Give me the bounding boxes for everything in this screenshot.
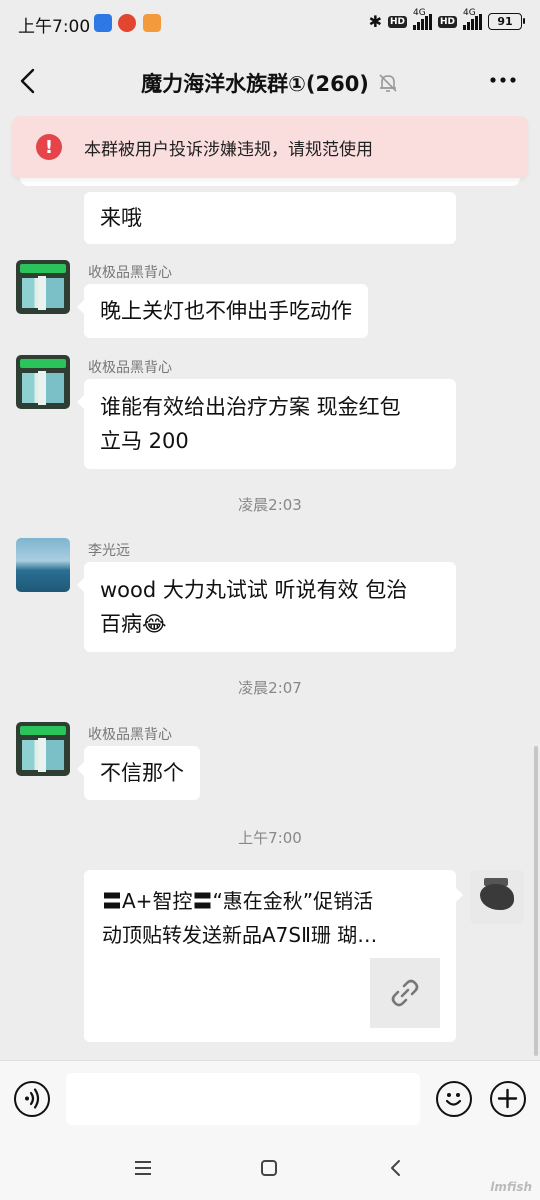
message-bubble[interactable]: 谁能有效给出治疗方案 现金红包 立马 200 <box>77 379 456 469</box>
message-bubble[interactable]: wood 大力丸试试 听说有效 包治 百病😂 <box>77 562 456 652</box>
timestamp: 上午7:00 <box>238 829 302 847</box>
avatar[interactable] <box>16 355 70 409</box>
message-input[interactable] <box>66 1073 420 1125</box>
input-bar <box>0 1060 540 1136</box>
signal-icon-1: 4G <box>412 8 432 30</box>
message-bubble[interactable]: 不信那个 <box>77 746 200 800</box>
timestamp: 凌晨2:03 <box>238 496 302 514</box>
status-right: ✱ HD 4G HD 4G 91 <box>368 8 525 31</box>
message-text-line: 百病😂 <box>100 612 167 636</box>
avatar[interactable] <box>16 722 70 776</box>
more-icon[interactable] <box>488 70 518 90</box>
notice-text: 本群被用户投诉涉嫌违规，请规范使用 <box>84 139 373 160</box>
app-notification-icon <box>118 14 136 32</box>
page-title: 魔力海洋水族群①(260) <box>141 72 369 96</box>
system-navigation-bar: lmfish <box>0 1136 540 1200</box>
voice-input-button[interactable] <box>14 1081 50 1117</box>
mute-bell-icon <box>379 74 397 92</box>
plus-icon <box>497 1088 518 1109</box>
hd-badge-2: HD <box>437 15 457 28</box>
chat-header: 魔力海洋水族群①(260) <box>0 48 540 116</box>
message-text-line: wood 大力丸试试 听说有效 包治 <box>100 578 408 602</box>
chat-scrollbar[interactable] <box>534 746 538 1056</box>
link-card-title-line: 动顶贴转发送新品A7SⅡ珊 瑚… <box>102 923 378 947</box>
home-icon[interactable] <box>259 1158 279 1178</box>
sender-name: 收极品黑背心 <box>88 360 172 376</box>
message-bubble[interactable]: 晚上关灯也不伸出手吃动作 <box>77 284 368 338</box>
battery-icon: 91 <box>488 13 525 30</box>
message-text: 来哦 <box>100 206 142 230</box>
bluetooth-icon: ✱ <box>368 12 382 31</box>
chat-area[interactable]: ! 本群被用户投诉涉嫌违规，请规范使用 来哦 收极品黑背心 晚上关灯也不伸出手吃… <box>0 116 540 1060</box>
avatar[interactable] <box>16 260 70 314</box>
alert-icon: ! <box>36 134 62 160</box>
page-title-row: 魔力海洋水族群①(260) <box>0 68 540 98</box>
watermark: lmfish <box>490 1180 532 1194</box>
status-time: 上午7:00 <box>18 17 91 37</box>
message-text: 不信那个 <box>100 761 184 785</box>
my-avatar[interactable] <box>470 870 524 924</box>
message-bubble[interactable]: 来哦 <box>84 192 456 244</box>
sender-name: 收极品黑背心 <box>88 265 172 281</box>
signal-icon-2: 4G <box>463 8 482 30</box>
link-icon <box>391 979 419 1007</box>
app-notification-icon-2 <box>143 14 161 32</box>
timestamp: 凌晨2:07 <box>238 679 302 697</box>
message-text-line: 立马 200 <box>100 429 189 453</box>
message-text-line: 谁能有效给出治疗方案 现金红包 <box>100 395 401 419</box>
recent-apps-icon[interactable] <box>133 1158 153 1178</box>
link-card-title: 〓A+智控〓“惠在金秋”促销活 动顶贴转发送新品A7SⅡ珊 瑚… <box>102 884 442 952</box>
emoji-icon <box>445 1093 462 1106</box>
message-text: 晚上关灯也不伸出手吃动作 <box>100 299 352 323</box>
avatar[interactable] <box>16 538 70 592</box>
signal-label-1: 4G <box>412 7 426 18</box>
link-thumbnail <box>370 958 440 1028</box>
more-functions-button[interactable] <box>490 1081 526 1117</box>
emoji-button[interactable] <box>436 1081 472 1117</box>
voice-icon <box>25 1088 40 1109</box>
sender-name: 李光远 <box>88 543 130 559</box>
link-card-message[interactable]: 〓A+智控〓“惠在金秋”促销活 动顶贴转发送新品A7SⅡ珊 瑚… <box>84 870 463 1042</box>
hotspot-icon <box>94 14 112 32</box>
violation-notice-banner[interactable]: ! 本群被用户投诉涉嫌违规，请规范使用 <box>12 116 528 178</box>
hd-badge-1: HD <box>387 15 407 28</box>
link-card-title-line: 〓A+智控〓“惠在金秋”促销活 <box>102 889 374 913</box>
status-bar: 上午7:00 ✱ HD 4G HD 4G 91 <box>0 0 540 48</box>
sender-name: 收极品黑背心 <box>88 727 172 743</box>
signal-label-2: 4G <box>463 7 476 18</box>
system-back-icon[interactable] <box>386 1158 406 1178</box>
